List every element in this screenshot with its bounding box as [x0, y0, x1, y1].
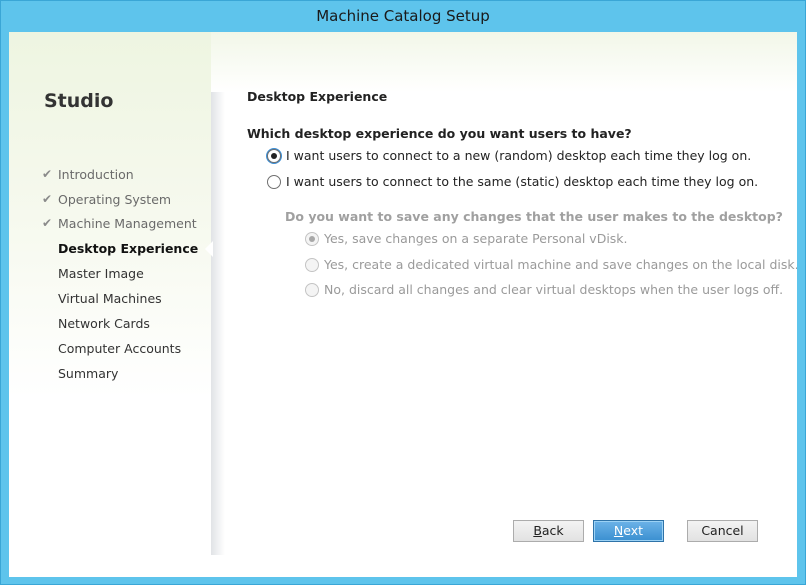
wizard-content: Studio ✔ Introduction ✔ Operating System… [9, 32, 797, 577]
step-label: Introduction [58, 167, 134, 182]
check-icon: ✔ [42, 192, 53, 206]
machine-catalog-setup-window: Machine Catalog Setup Studio ✔ Introduct… [0, 0, 806, 585]
step-label: Virtual Machines [58, 291, 162, 306]
option-label[interactable]: I want users to connect to the same (sta… [286, 174, 758, 189]
option-label: Yes, save changes on a separate Personal… [324, 231, 628, 246]
current-step-pointer [205, 241, 213, 257]
save-changes-question: Do you want to save any changes that the… [285, 209, 783, 224]
step-label: Summary [58, 366, 119, 381]
window-title: Machine Catalog Setup [316, 7, 490, 25]
sidebar-divider-shadow [211, 32, 225, 555]
wizard-sidebar: Studio ✔ Introduction ✔ Operating System… [9, 32, 211, 555]
header-gradient [211, 32, 797, 92]
step-label: Operating System [58, 192, 172, 207]
back-label-rest: ack [541, 523, 564, 538]
option-label[interactable]: I want users to connect to a new (random… [286, 148, 751, 163]
next-button[interactable]: Next [593, 520, 664, 542]
check-icon: ✔ [42, 216, 53, 230]
step-label: Computer Accounts [58, 341, 182, 356]
step-label: Master Image [58, 266, 144, 281]
radio-button [305, 258, 319, 272]
radio-button[interactable] [267, 175, 281, 189]
next-accelerator: N [613, 523, 624, 538]
back-button[interactable]: Back [513, 520, 584, 542]
step-label: Network Cards [58, 316, 150, 331]
radio-button [305, 283, 319, 297]
option-label: No, discard all changes and clear virtua… [324, 282, 784, 297]
studio-label: Studio [44, 90, 114, 112]
check-icon: ✔ [42, 167, 53, 181]
next-label-rest: ext [623, 523, 644, 538]
back-accelerator: B [533, 523, 542, 538]
desktop-experience-question: Which desktop experience do you want use… [247, 126, 632, 141]
step-label: Desktop Experience [58, 241, 199, 256]
option-label: Yes, create a dedicated virtual machine … [324, 257, 797, 272]
step-label: Machine Management [58, 216, 197, 231]
section-title: Desktop Experience [247, 89, 388, 104]
radio-button[interactable] [267, 149, 281, 163]
radio-button [305, 232, 319, 246]
cancel-button[interactable]: Cancel [687, 520, 758, 542]
